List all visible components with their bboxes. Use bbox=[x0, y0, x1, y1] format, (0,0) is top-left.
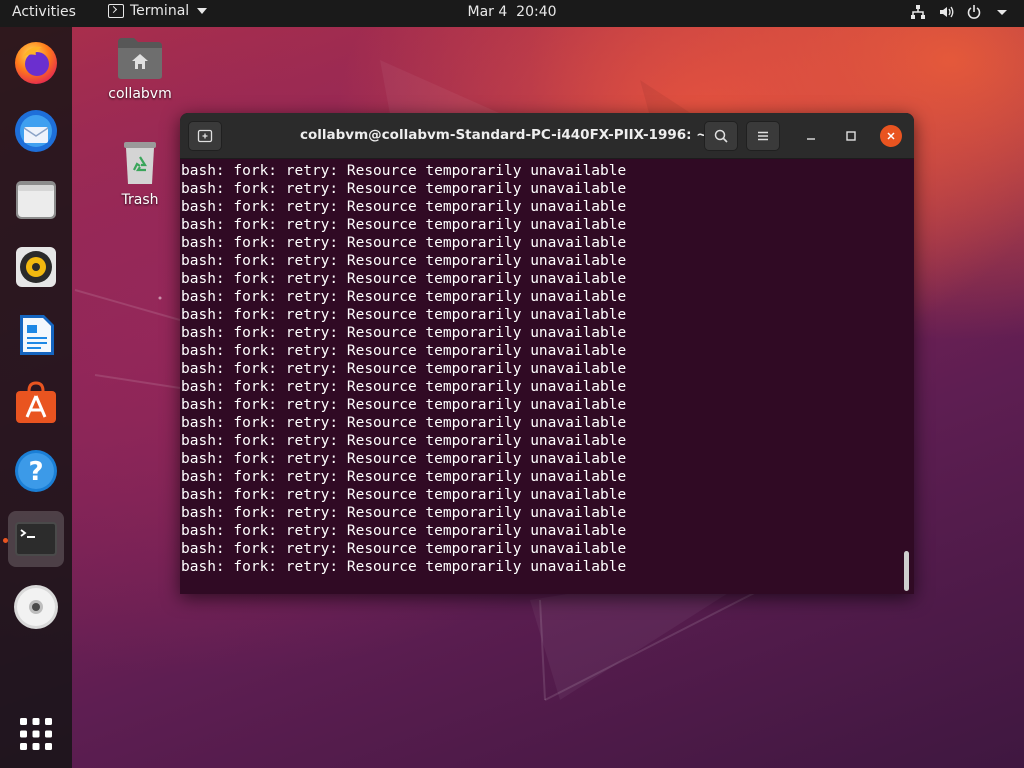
dock-item-files[interactable] bbox=[8, 171, 64, 227]
terminal-icon bbox=[15, 522, 57, 556]
dock-item-writer[interactable] bbox=[8, 307, 64, 363]
clock-area: Mar 4 20:40 bbox=[0, 4, 1024, 20]
desktop-icon-label: collabvm bbox=[108, 86, 172, 102]
terminal-line: bash: fork: retry: Resource temporarily … bbox=[181, 379, 627, 395]
dock-item-help[interactable]: ? bbox=[8, 443, 64, 499]
clock[interactable]: Mar 4 20:40 bbox=[467, 4, 556, 20]
terminal-line: bash: fork: retry: Resource temporarily … bbox=[181, 271, 627, 287]
window-title: collabvm@collabvm-Standard-PC-i440FX-PII… bbox=[300, 127, 708, 143]
menu-button[interactable] bbox=[746, 121, 780, 151]
terminal-line: bash: fork: retry: Resource temporarily … bbox=[181, 181, 627, 197]
terminal-line: bash: fork: retry: Resource temporarily … bbox=[181, 415, 627, 431]
new-tab-icon bbox=[197, 129, 213, 143]
new-tab-button[interactable] bbox=[188, 121, 222, 151]
terminal-output[interactable]: bash: fork: retry: Resource temporarily … bbox=[180, 160, 914, 594]
search-icon bbox=[714, 129, 728, 143]
terminal-line: bash: fork: retry: Resource temporarily … bbox=[181, 235, 627, 251]
home-folder-icon bbox=[118, 38, 162, 79]
app-grid-icon bbox=[20, 718, 52, 750]
system-tray[interactable] bbox=[910, 4, 1010, 20]
thunderbird-icon bbox=[15, 110, 57, 152]
show-applications-button[interactable] bbox=[8, 706, 64, 762]
dock-item-thunderbird[interactable] bbox=[8, 103, 64, 159]
terminal-line: bash: fork: retry: Resource temporarily … bbox=[181, 217, 627, 233]
terminal-line: bash: fork: retry: Resource temporarily … bbox=[181, 541, 627, 557]
dock-item-dvd[interactable] bbox=[8, 579, 64, 635]
maximize-button[interactable] bbox=[840, 125, 862, 147]
volume-icon[interactable] bbox=[938, 4, 954, 20]
terminal-line: bash: fork: retry: Resource temporarily … bbox=[181, 163, 627, 179]
terminal-line: bash: fork: retry: Resource temporarily … bbox=[181, 559, 627, 575]
terminal-window[interactable]: collabvm@collabvm-Standard-PC-i440FX-PII… bbox=[180, 113, 914, 594]
desktop-icon-trash[interactable]: Trash bbox=[100, 140, 180, 208]
terminal-line: bash: fork: retry: Resource temporarily … bbox=[181, 199, 627, 215]
trash-icon bbox=[124, 142, 156, 184]
power-icon[interactable] bbox=[966, 4, 982, 20]
dock: ? bbox=[0, 27, 72, 768]
firefox-icon bbox=[15, 42, 57, 84]
close-icon bbox=[887, 132, 895, 140]
terminal-line: bash: fork: retry: Resource temporarily … bbox=[181, 325, 627, 341]
dock-item-terminal[interactable] bbox=[8, 511, 64, 567]
desktop-icon-label: Trash bbox=[121, 192, 159, 208]
running-indicator bbox=[3, 538, 8, 543]
terminal-line: bash: fork: retry: Resource temporarily … bbox=[181, 397, 627, 413]
window-headerbar[interactable]: collabvm@collabvm-Standard-PC-i440FX-PII… bbox=[180, 113, 914, 159]
files-icon bbox=[16, 181, 56, 219]
dock-item-rhythmbox[interactable] bbox=[8, 239, 64, 295]
minimize-icon bbox=[807, 138, 815, 140]
terminal-line: bash: fork: retry: Resource temporarily … bbox=[181, 361, 627, 377]
terminal-line: bash: fork: retry: Resource temporarily … bbox=[181, 451, 627, 467]
terminal-line: bash: fork: retry: Resource temporarily … bbox=[181, 505, 627, 521]
hamburger-menu-icon bbox=[758, 131, 768, 141]
help-icon: ? bbox=[15, 450, 57, 492]
terminal-line: bash: fork: retry: Resource temporarily … bbox=[181, 469, 627, 485]
terminal-line: bash: fork: retry: Resource temporarily … bbox=[181, 433, 627, 449]
terminal-scrollbar[interactable] bbox=[904, 551, 909, 591]
network-icon[interactable] bbox=[910, 4, 926, 20]
dvd-icon bbox=[14, 585, 58, 629]
terminal-line: bash: fork: retry: Resource temporarily … bbox=[181, 253, 627, 269]
minimize-button[interactable] bbox=[800, 125, 822, 147]
search-button[interactable] bbox=[704, 121, 738, 151]
desktop-icon-home[interactable]: collabvm bbox=[100, 36, 180, 102]
chevron-down-icon[interactable] bbox=[994, 4, 1010, 20]
rhythmbox-icon bbox=[16, 247, 56, 287]
terminal-line: bash: fork: retry: Resource temporarily … bbox=[181, 523, 627, 539]
terminal-line: bash: fork: retry: Resource temporarily … bbox=[181, 487, 627, 503]
software-icon bbox=[16, 381, 56, 423]
top-bar: Activities Terminal Mar 4 20:40 bbox=[0, 0, 1024, 27]
dock-item-firefox[interactable] bbox=[8, 35, 64, 91]
terminal-line: bash: fork: retry: Resource temporarily … bbox=[181, 343, 627, 359]
dock-item-software[interactable] bbox=[8, 375, 64, 431]
terminal-line: bash: fork: retry: Resource temporarily … bbox=[181, 289, 627, 305]
writer-icon bbox=[20, 315, 54, 355]
terminal-line: bash: fork: retry: Resource temporarily … bbox=[181, 307, 627, 323]
maximize-icon bbox=[846, 131, 856, 141]
svg-text:?: ? bbox=[28, 457, 43, 487]
close-button[interactable] bbox=[880, 125, 902, 147]
